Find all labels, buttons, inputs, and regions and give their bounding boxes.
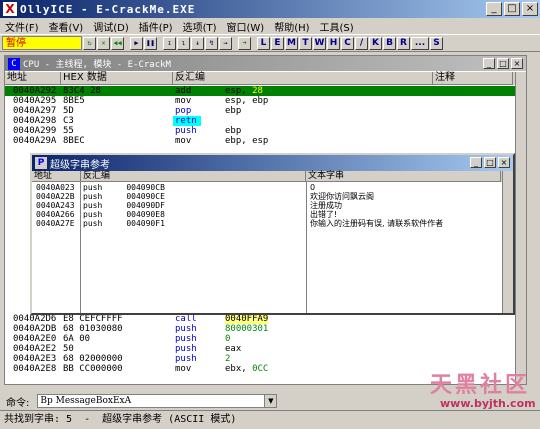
table-row[interactable]: 0040A2E2 50 push eax xyxy=(5,344,515,354)
menu-view[interactable]: 查看(V) xyxy=(44,19,89,34)
menu-debug[interactable]: 调试(D) xyxy=(88,19,134,34)
source-button[interactable]: S xyxy=(430,36,443,50)
menu-window[interactable]: 窗口(W) xyxy=(222,19,270,34)
menu-tools[interactable]: 工具(S) xyxy=(315,19,359,34)
cpu-close-button[interactable]: × xyxy=(511,58,523,69)
str-col-divider xyxy=(306,182,307,313)
string-title-text: 超级字串参考 xyxy=(50,159,110,171)
table-row[interactable]: 0040A29A 8BEC mov ebp, esp xyxy=(5,136,515,146)
str-close-button[interactable]: × xyxy=(498,157,510,168)
run-icon[interactable]: ▶ xyxy=(130,36,143,50)
memory-button[interactable]: M xyxy=(285,36,298,50)
breakpoints-button[interactable]: B xyxy=(383,36,396,50)
cpu-title-text: CPU - 主线程, 模块 - E-CrackM xyxy=(23,60,171,70)
col-disasm[interactable]: 反汇编 xyxy=(173,72,433,85)
table-row[interactable]: 0040A023 push 004090CB 0 xyxy=(32,183,502,192)
string-window-title: P 超级字串参考 _ □ × xyxy=(32,155,513,171)
str-col-disasm[interactable]: 反汇编 xyxy=(81,171,306,182)
table-row[interactable]: 0040A2D6 E8 CEFCFFFF call 0040FFA9 xyxy=(5,314,515,324)
table-row[interactable]: 0040A298 C3 retn xyxy=(5,116,515,126)
col-comment[interactable]: 注释 xyxy=(433,72,513,85)
table-row[interactable]: 0040A2E0 6A 00 push 0 xyxy=(5,334,515,344)
olly-logo-icon: X xyxy=(3,2,17,16)
cpu-minimize-button[interactable]: _ xyxy=(483,58,495,69)
handles-button[interactable]: H xyxy=(327,36,340,50)
str-minimize-button[interactable]: _ xyxy=(470,157,482,168)
table-row[interactable]: 0040A295 8BE5 mov esp, ebp xyxy=(5,96,515,106)
pause-icon[interactable]: ❚❚ xyxy=(144,36,157,50)
str-col-text[interactable]: 文本字串 xyxy=(306,171,501,182)
modules-button[interactable]: E xyxy=(271,36,284,50)
menu-file[interactable]: 文件(F) xyxy=(0,19,44,34)
string-table-rows: 0040A023 push 004090CB 0 0040A22B push 0040… xyxy=(32,183,502,228)
table-row[interactable]: 0040A266 push 004090E8 出错了! xyxy=(32,210,502,219)
cpu-maximize-button[interactable]: □ xyxy=(497,58,509,69)
table-row[interactable]: 0040A2E3 68 02000000 push 2 xyxy=(5,354,515,364)
watermark-url: www.byjth.com xyxy=(440,397,536,410)
plugin-icon: P xyxy=(35,157,47,169)
menu-help[interactable]: 帮助(H) xyxy=(269,19,314,34)
menu-plugins[interactable]: 插件(P) xyxy=(134,19,178,34)
status-bar: 共找到字串: 5 - 超级字串参考 (ASCII 模式) xyxy=(0,410,540,429)
menu-bar: 文件(F) 查看(V) 调试(D) 插件(P) 选项(T) 窗口(W) 帮助(H… xyxy=(0,18,540,34)
cpu-window-title: C CPU - 主线程, 模块 - E-CrackM _ □ × xyxy=(5,56,526,71)
col-address[interactable]: 地址 xyxy=(5,72,61,85)
minimize-button[interactable]: _ xyxy=(486,2,502,16)
str-col-divider xyxy=(80,182,81,313)
command-input[interactable]: Bp MessageBoxExA ▼ xyxy=(37,394,278,408)
goto-icon[interactable]: ➜ xyxy=(238,36,251,50)
table-row[interactable]: 0040A299 55 push ebp xyxy=(5,126,515,136)
log-window-button[interactable]: L xyxy=(257,36,270,50)
restart-icon[interactable]: ✕ xyxy=(97,36,110,50)
step-over-icon[interactable]: ↴ xyxy=(177,36,190,50)
call-stack-button[interactable]: K xyxy=(369,36,382,50)
execute-till-return-icon[interactable]: → xyxy=(219,36,232,50)
disasm-header: 地址 HEX 数据 反汇编 注释 xyxy=(5,72,526,85)
threads-button[interactable]: T xyxy=(299,36,312,50)
col-hex[interactable]: HEX 数据 xyxy=(61,72,173,85)
step-into-icon[interactable]: ↧ xyxy=(163,36,176,50)
table-row[interactable]: 0040A27E push 004090F1 你输入的注册码有误, 请联系软件作者 xyxy=(32,219,502,228)
title-bar: X OllyICE - E-CrackMe.EXE _ □ × xyxy=(0,0,540,18)
close-icon[interactable]: ◀◀ xyxy=(111,36,124,50)
table-row[interactable]: 0040A22B push 004090CE 欢迎你访问飘云阁 xyxy=(32,192,502,201)
references-button[interactable]: R xyxy=(397,36,410,50)
toolbar: 暂停 ↻ ✕ ◀◀ ▶ ❚❚ ↧ ↴ ↡ ↯ → ➜ L E M T W H C… xyxy=(0,34,540,52)
cpu-vertical-scrollbar[interactable] xyxy=(515,72,526,384)
str-col-address[interactable]: 地址 xyxy=(32,171,81,182)
window-title: OllyICE - E-CrackMe.EXE xyxy=(20,2,196,16)
table-row[interactable]: 0040A292 83C4 28 add esp, 28 xyxy=(5,86,515,96)
patches-button[interactable]: / xyxy=(355,36,368,50)
table-row[interactable]: 0040A2DB 68 01030080 push 80000301 xyxy=(5,324,515,334)
string-table-header: 地址 反汇编 文本字串 xyxy=(32,171,513,182)
maximize-button[interactable]: □ xyxy=(504,2,520,16)
watermark-text: 天黑社区 xyxy=(430,372,531,398)
table-row[interactable]: 0040A243 push 004090DF 注册成功 xyxy=(32,201,502,210)
close-button[interactable]: × xyxy=(522,2,538,16)
open-icon[interactable]: ↻ xyxy=(83,36,96,50)
string-reference-window: P 超级字串参考 _ □ × 地址 反汇编 文本字串 0040A023 push … xyxy=(30,153,515,315)
run-trace-button[interactable]: ... xyxy=(411,36,429,50)
disasm-rows-top: 0040A292 83C4 28 add esp, 28 0040A295 8BE5 mo… xyxy=(5,86,515,146)
trace-over-icon[interactable]: ↯ xyxy=(205,36,218,50)
debug-status: 暂停 xyxy=(2,36,82,50)
windows-button[interactable]: W xyxy=(313,36,326,50)
cpu-icon: C xyxy=(8,57,20,70)
str-maximize-button[interactable]: □ xyxy=(484,157,496,168)
string-vertical-scrollbar[interactable] xyxy=(502,171,513,313)
command-label: 命令: xyxy=(6,397,30,409)
table-row[interactable]: 0040A297 5D pop ebp xyxy=(5,106,515,116)
cpu-button[interactable]: C xyxy=(341,36,354,50)
chevron-down-icon[interactable]: ▼ xyxy=(264,395,277,407)
menu-options[interactable]: 选项(T) xyxy=(178,19,222,34)
trace-into-icon[interactable]: ↡ xyxy=(191,36,204,50)
